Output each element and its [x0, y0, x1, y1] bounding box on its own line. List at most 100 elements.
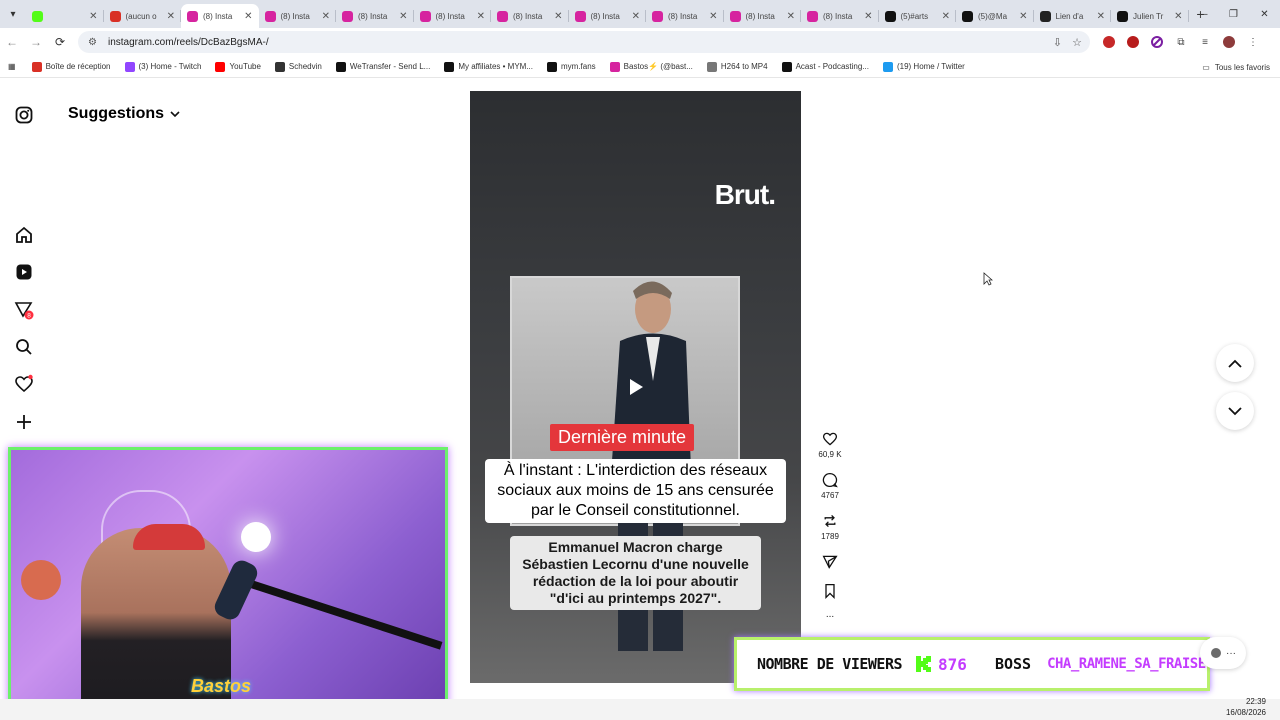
extension-red-icon-2[interactable]: [1124, 33, 1142, 51]
tab-close-icon[interactable]: ✕: [1174, 11, 1182, 22]
all-bookmarks[interactable]: ▭ Tous les favoris: [1202, 56, 1270, 78]
save-button[interactable]: [812, 583, 848, 599]
browser-tab[interactable]: (8) Insta ✕: [569, 4, 647, 28]
suggestions-title: Suggestions: [68, 105, 165, 122]
create-plus-icon[interactable]: [14, 412, 34, 432]
bookmark-item[interactable]: WeTransfer - Send L...: [335, 61, 430, 72]
clock-date: 16/08/2026: [1225, 708, 1266, 717]
tab-close-icon[interactable]: ✕: [89, 11, 97, 22]
tab-close-icon[interactable]: ✕: [709, 11, 717, 22]
tab-close-icon[interactable]: ✕: [1097, 11, 1105, 22]
reload-button[interactable]: ⟳: [48, 28, 72, 56]
tab-close-icon[interactable]: ✕: [477, 11, 485, 22]
browser-tab[interactable]: (8) Insta ✕: [259, 4, 337, 28]
install-app-icon[interactable]: ⇩: [1053, 36, 1062, 49]
browser-tab[interactable]: (aucun o ✕: [104, 4, 182, 28]
tab-close-icon[interactable]: ✕: [942, 11, 950, 22]
cam-streamer-cap: [133, 524, 205, 550]
bookmark-item[interactable]: My affiliates • MYM...: [444, 61, 533, 72]
avatar-icon: [1211, 648, 1221, 658]
tab-close-icon[interactable]: ✕: [554, 11, 562, 22]
play-icon[interactable]: [627, 378, 645, 396]
all-bookmarks-label: Tous les favoris: [1214, 62, 1270, 72]
repost-button[interactable]: 1789: [812, 513, 848, 541]
home-icon[interactable]: [14, 225, 34, 245]
block-icon[interactable]: [1148, 33, 1166, 51]
browser-tab[interactable]: (8) Insta ✕: [336, 4, 414, 28]
messages-pill-button[interactable]: ···: [1200, 637, 1246, 669]
cam-hat-object: [21, 560, 61, 600]
chevron-up-icon: [1228, 359, 1242, 368]
bookmark-item[interactable]: Schedvin: [274, 61, 322, 72]
extension-red-icon[interactable]: [1100, 33, 1118, 51]
profile-avatar[interactable]: [1220, 33, 1238, 51]
close-window-button[interactable]: ✕: [1249, 0, 1280, 28]
browser-tab[interactable]: (8) Insta ✕: [724, 4, 802, 28]
tab-close-icon[interactable]: ✕: [322, 11, 330, 22]
bookmark-item[interactable]: Bastos⚡ (@bast...: [609, 61, 693, 72]
bookmark-item[interactable]: (3) Home - Twitch: [124, 61, 201, 72]
tab-title: (8) Insta: [823, 11, 853, 21]
tab-close-icon[interactable]: ✕: [399, 11, 407, 22]
browser-tab[interactable]: (8) Insta ✕: [491, 4, 569, 28]
instagram-logo-icon[interactable]: [14, 105, 34, 125]
bookmark-item[interactable]: H264 to MP4: [706, 61, 768, 72]
bookmark-item[interactable]: Acast - Podcasting...: [781, 61, 869, 72]
browser-tab[interactable]: (5)@Ma ✕: [956, 4, 1034, 28]
bookmark-item[interactable]: Boîte de réception: [31, 61, 111, 72]
tab-close-icon[interactable]: ✕: [864, 11, 872, 22]
address-bar[interactable]: ⚙ instagram.com/reels/DcBazBgsMA-/ ⇩ ☆: [78, 31, 1090, 53]
reel-actions: 60,9 K 4767 1789 ...: [812, 431, 848, 631]
suggestions-dropdown[interactable]: Suggestions: [68, 105, 180, 123]
bookmark-label: Schedvin: [288, 62, 322, 71]
bookmark-favicon-icon: [124, 61, 135, 72]
browser-menu-icon[interactable]: ⋮: [1244, 33, 1262, 51]
tab-favicon-icon: [807, 10, 818, 22]
browser-tab[interactable]: (8) Insta ✕: [646, 4, 724, 28]
restore-button[interactable]: ❐: [1218, 0, 1249, 28]
minimize-button[interactable]: —: [1187, 0, 1218, 28]
forward-button[interactable]: →: [24, 28, 48, 56]
url-text: instagram.com/reels/DcBazBgsMA-/: [108, 36, 269, 48]
notifications-heart-icon[interactable]: [14, 374, 34, 394]
cam-logo: Bastos: [191, 676, 252, 696]
browser-tab[interactable]: (5)#arts ✕: [879, 4, 957, 28]
bookmark-item[interactable]: (19) Home / Twitter: [882, 61, 965, 72]
comment-button[interactable]: 4767: [812, 472, 848, 500]
tab-close-icon[interactable]: ✕: [244, 11, 252, 22]
browser-tab[interactable]: Lien d'a ✕: [1034, 4, 1112, 28]
bookmark-favicon-icon: [547, 61, 557, 72]
browser-tab[interactable]: (8) Insta ✕: [181, 4, 259, 28]
tab-close-icon[interactable]: ✕: [787, 11, 795, 22]
tab-search-button[interactable]: ▾: [0, 0, 26, 28]
puzzle-icon[interactable]: ⧉: [1172, 33, 1190, 51]
reel-headline: À l'instant : L'interdiction des réseaux…: [485, 459, 786, 523]
browser-tab[interactable]: (8) Insta ✕: [801, 4, 879, 28]
next-reel-button[interactable]: [1216, 392, 1254, 430]
tab-close-icon[interactable]: ✕: [167, 11, 175, 22]
bookmark-star-icon[interactable]: ☆: [1072, 36, 1082, 49]
messages-icon[interactable]: 8: [14, 300, 34, 320]
tab-close-icon[interactable]: ✕: [1019, 11, 1027, 22]
tab-favicon-icon: [109, 10, 121, 22]
reels-icon[interactable]: [14, 262, 34, 282]
previous-reel-button[interactable]: [1216, 344, 1254, 382]
bookmark-item[interactable]: YouTube: [215, 61, 261, 72]
browser-tab[interactable]: (8) Insta ✕: [414, 4, 492, 28]
apps-icon[interactable]: ▦: [8, 62, 16, 71]
like-button[interactable]: 60,9 K: [812, 431, 848, 459]
more-options-button[interactable]: ...: [812, 610, 848, 620]
tab-close-icon[interactable]: ✕: [632, 11, 640, 22]
browser-tab[interactable]: ✕: [26, 4, 104, 28]
site-info-icon[interactable]: ⚙: [88, 37, 102, 48]
reel-video[interactable]: Brut. Dernière minute À l'instant : L'in…: [470, 91, 801, 683]
back-button[interactable]: ←: [0, 28, 24, 56]
search-icon[interactable]: [14, 337, 34, 357]
viewers-label: NOMBRE DE VIEWERS: [757, 655, 903, 673]
share-button[interactable]: [812, 554, 848, 570]
media-control-icon[interactable]: ≡: [1196, 33, 1214, 51]
tab-title: (5)#arts: [900, 11, 929, 21]
bookmark-favicon-icon: [882, 61, 893, 72]
bookmark-item[interactable]: mym.fans: [547, 61, 596, 72]
browser-tab[interactable]: Julien Tr ✕: [1111, 4, 1189, 28]
